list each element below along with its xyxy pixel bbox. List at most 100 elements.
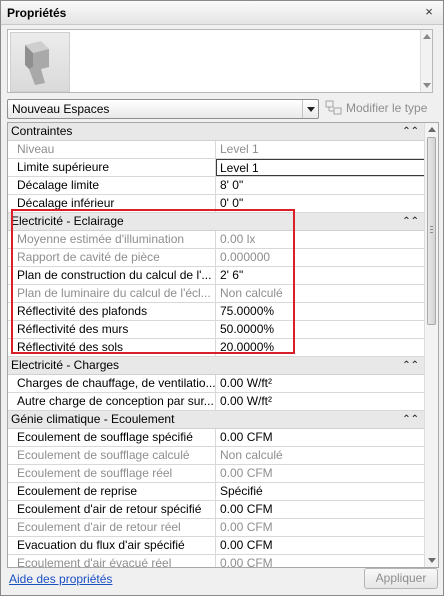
collapse-icon[interactable]: ⌃⌃ <box>402 123 419 140</box>
property-row: Ecoulement d'air de retour réel 0.00 CFM <box>8 519 425 537</box>
section-header[interactable]: Electricité - Eclairage ⌃⌃ <box>8 213 425 231</box>
property-value: Level 1 <box>220 142 259 156</box>
property-value[interactable]: 75.0000% <box>217 303 425 320</box>
property-name: Autre charge de conception par sur... <box>8 393 216 410</box>
property-value[interactable]: Spécifié <box>217 483 425 500</box>
properties-scrollbar[interactable] <box>424 123 438 567</box>
property-value-input[interactable]: Level 1 <box>216 159 425 176</box>
type-selector-value: Nouveau Espaces <box>12 102 110 116</box>
property-name: Ecoulement d'air de retour réel <box>8 519 216 536</box>
property-name: Réflectivité des plafonds <box>8 303 216 320</box>
property-value[interactable]: 8' 0" <box>217 177 425 194</box>
grip-line <box>430 226 433 227</box>
property-name: Limite supérieure <box>8 159 216 176</box>
property-name: Décalage limite <box>8 177 216 194</box>
properties-palette: Propriétés × Nouveau Espaces Modifier le… <box>0 0 444 596</box>
property-row[interactable]: Evacuation du flux d'air spécifié 0.00 CF… <box>8 537 425 555</box>
edit-type-label: Modifier le type <box>346 101 428 115</box>
scroll-down-icon[interactable] <box>428 558 436 563</box>
property-value: Non calculé <box>220 448 283 462</box>
property-name: Plan de luminaire du calcul de l'écl... <box>8 285 216 302</box>
chevron-down-icon[interactable] <box>302 100 318 118</box>
property-name: Réflectivité des murs <box>8 321 216 338</box>
property-name: Charges de chauffage, de ventilatio... <box>8 375 216 392</box>
property-name: Ecoulement de soufflage spécifié <box>8 429 216 446</box>
property-name: Ecoulement de soufflage calculé <box>8 447 216 464</box>
property-value[interactable]: 0.00 CFM <box>217 501 425 518</box>
property-row: Niveau Level 1 <box>8 141 425 159</box>
property-row[interactable]: Réflectivité des plafonds 75.0000% <box>8 303 425 321</box>
property-name: Ecoulement d'air de retour spécifié <box>8 501 216 518</box>
property-value[interactable]: 0.00 W/ft² <box>217 393 425 410</box>
properties-grid: Contraintes ⌃⌃ Niveau Level 1 Limite supérie… <box>7 122 439 568</box>
property-value: 0.000000 <box>220 250 271 264</box>
property-row: Ecoulement de soufflage réel 0.00 CFM <box>8 465 425 483</box>
property-value[interactable]: 0.00 W/ft² <box>217 375 425 392</box>
section-title: Electricité - Charges <box>11 358 120 372</box>
close-icon[interactable]: × <box>421 4 437 20</box>
property-value[interactable]: 0.00 CFM <box>217 537 425 554</box>
property-value[interactable]: 50.0000% <box>217 321 425 338</box>
collapse-icon[interactable]: ⌃⌃ <box>402 213 419 230</box>
property-row: Plan de luminaire du calcul de l'écl... N… <box>8 285 425 303</box>
collapse-icon[interactable]: ⌃⌃ <box>402 411 419 428</box>
collapse-icon[interactable]: ⌃⌃ <box>402 357 419 374</box>
property-row[interactable]: Plan de construction du calcul de l'... 2… <box>8 267 425 285</box>
section-title: Contraintes <box>11 124 73 138</box>
scroll-down-icon[interactable] <box>423 83 431 88</box>
property-name: Niveau <box>8 141 216 158</box>
type-selector-dropdown[interactable]: Nouveau Espaces <box>7 99 319 119</box>
section-header[interactable]: Electricité - Charges ⌃⌃ <box>8 357 425 375</box>
property-value: 0.00 CFM <box>220 556 273 568</box>
property-value[interactable]: 20.0000% <box>217 339 425 356</box>
property-value: 0.00 CFM <box>220 466 273 480</box>
property-name: Ecoulement d'air évacué réel <box>8 555 216 567</box>
property-value: 0.00 lx <box>220 232 256 246</box>
property-name: Moyenne estimée d'illumination <box>8 231 216 248</box>
property-name: Décalage inférieur <box>8 195 216 212</box>
property-row[interactable]: Limite supérieure Level 1 <box>8 159 425 177</box>
grip-line <box>430 229 433 230</box>
property-value: Non calculé <box>220 286 283 300</box>
property-name: Plan de construction du calcul de l'... <box>8 267 216 284</box>
preview-scrollbar[interactable] <box>420 30 432 92</box>
scroll-up-icon[interactable] <box>423 34 431 39</box>
title-bar[interactable]: Propriétés × <box>1 1 443 25</box>
property-value[interactable]: 2' 6" <box>217 267 425 284</box>
section-title: Electricité - Eclairage <box>11 214 124 228</box>
scroll-thumb[interactable] <box>427 137 436 325</box>
property-name: Evacuation du flux d'air spécifié <box>8 537 216 554</box>
property-row[interactable]: Ecoulement de reprise Spécifié <box>8 483 425 501</box>
property-row: Moyenne estimée d'illumination 0.00 lx <box>8 231 425 249</box>
property-row[interactable]: Ecoulement d'air de retour spécifié 0.00 … <box>8 501 425 519</box>
help-link[interactable]: Aide des propriétés <box>9 572 112 586</box>
section-title: Génie climatique - Ecoulement <box>11 412 175 426</box>
property-row: Ecoulement de soufflage calculé Non calcu… <box>8 447 425 465</box>
property-value: 0.00 CFM <box>220 520 273 534</box>
property-value[interactable]: 0.00 CFM <box>217 429 425 446</box>
type-preview <box>7 29 433 93</box>
3d-family-preview-icon <box>10 32 70 92</box>
property-row[interactable]: Réflectivité des sols 20.0000% <box>8 339 425 357</box>
property-name: Rapport de cavité de pièce <box>8 249 216 266</box>
property-row[interactable]: Ecoulement de soufflage spécifié 0.00 CFM <box>8 429 425 447</box>
property-row[interactable]: Réflectivité des murs 50.0000% <box>8 321 425 339</box>
scroll-up-icon[interactable] <box>428 127 436 132</box>
property-row[interactable]: Charges de chauffage, de ventilatio... 0.… <box>8 375 425 393</box>
properties-list: Contraintes ⌃⌃ Niveau Level 1 Limite supérie… <box>8 123 425 568</box>
edit-type-button[interactable]: Modifier le type <box>325 98 435 118</box>
property-name: Ecoulement de reprise <box>8 483 216 500</box>
property-row[interactable]: Décalage limite 8' 0" <box>8 177 425 195</box>
property-name: Réflectivité des sols <box>8 339 216 356</box>
section-header[interactable]: Génie climatique - Ecoulement ⌃⌃ <box>8 411 425 429</box>
grip-line <box>430 232 433 233</box>
property-row[interactable]: Autre charge de conception par sur... 0.0… <box>8 393 425 411</box>
section-header[interactable]: Contraintes ⌃⌃ <box>8 123 425 141</box>
apply-button[interactable]: Appliquer <box>364 568 438 589</box>
property-row: Ecoulement d'air évacué réel 0.00 CFM <box>8 555 425 568</box>
window-title: Propriétés <box>7 6 67 20</box>
edit-type-icon <box>325 100 342 115</box>
property-value[interactable]: 0' 0" <box>217 195 425 212</box>
property-row[interactable]: Décalage inférieur 0' 0" <box>8 195 425 213</box>
property-name: Ecoulement de soufflage réel <box>8 465 216 482</box>
